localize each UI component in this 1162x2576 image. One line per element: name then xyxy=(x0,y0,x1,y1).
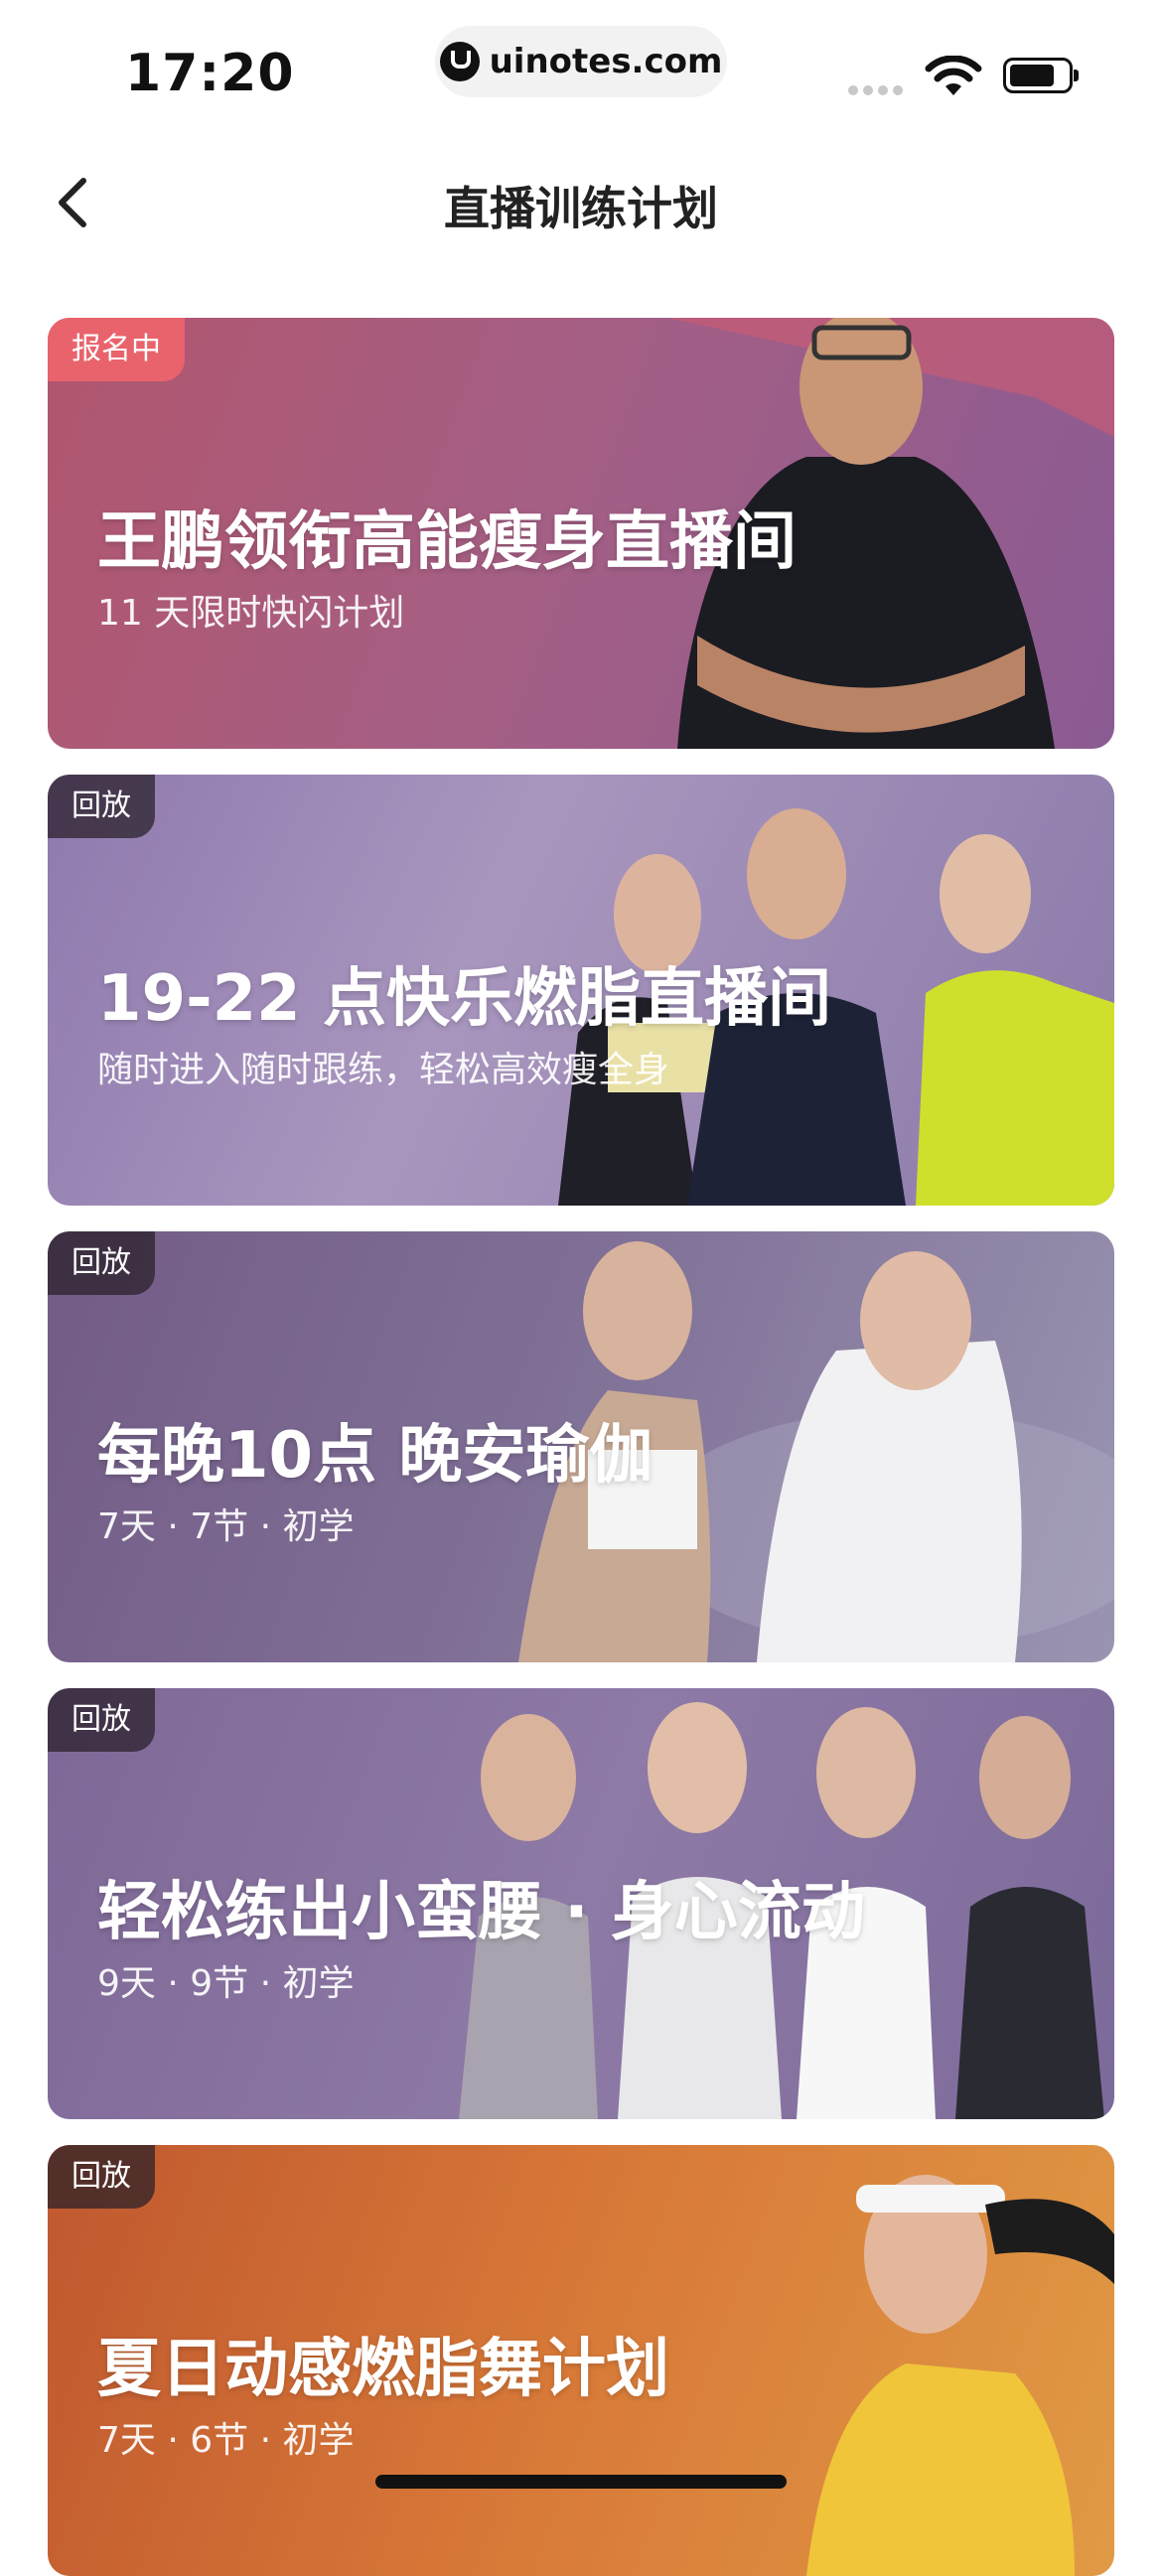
status-badge: 回放 xyxy=(48,775,155,838)
plan-card-1[interactable]: 报名中 王鹏领衔高能瘦身直播间 11 天限时快闪计划 xyxy=(48,318,1114,749)
card-title: 每晚10点 晚安瑜伽 xyxy=(97,1419,654,1493)
plan-card-4[interactable]: 回放 轻松练出小蛮腰 · 身心流动 9天 · 9节 · 初学 xyxy=(48,1688,1114,2119)
card-title: 夏日动感燃脂舞计划 xyxy=(97,2333,669,2406)
status-badge: 回放 xyxy=(48,1231,155,1295)
url-pill[interactable]: uinotes.com xyxy=(435,26,727,97)
status-badge: 回放 xyxy=(48,2145,155,2209)
card-title: 轻松练出小蛮腰 · 身心流动 xyxy=(97,1876,865,1949)
signal-dots-icon xyxy=(848,85,903,95)
page-title: 直播训练计划 xyxy=(444,182,718,235)
wifi-icon xyxy=(925,56,982,95)
battery-icon xyxy=(1003,58,1079,93)
status-bar: 17:20 uinotes.com xyxy=(0,0,1162,129)
site-logo-icon xyxy=(439,42,480,81)
card-subtitle: 7天 · 6节 · 初学 xyxy=(97,2420,355,2461)
coach-photo xyxy=(806,2175,1114,2576)
plan-card-3[interactable]: 回放 每晚10点 晚安瑜伽 7天 · 7节 · 初学 xyxy=(48,1231,1114,1662)
home-indicator[interactable] xyxy=(375,2475,787,2489)
card-subtitle: 7天 · 7节 · 初学 xyxy=(97,1506,355,1547)
card-title: 王鹏领衔高能瘦身直播间 xyxy=(97,505,797,579)
card-subtitle: 随时进入随时跟练，轻松高效瘦全身 xyxy=(97,1050,670,1090)
card-subtitle: 11 天限时快闪计划 xyxy=(97,593,405,634)
card-subtitle: 9天 · 9节 · 初学 xyxy=(97,1963,355,2004)
status-badge: 回放 xyxy=(48,1688,155,1752)
plan-card-5[interactable]: 回放 夏日动感燃脂舞计划 7天 · 6节 · 初学 xyxy=(48,2145,1114,2576)
url-text: uinotes.com xyxy=(489,42,723,81)
nav-bar: 直播训练计划 xyxy=(0,149,1162,258)
status-time: 17:20 xyxy=(125,44,295,103)
card-title: 19-22 点快乐燃脂直播间 xyxy=(97,962,831,1036)
plan-card-2[interactable]: 回放 19-22 点快乐燃脂直播间 随时进入随时跟练，轻松高效瘦全身 xyxy=(48,775,1114,1206)
status-badge: 报名中 xyxy=(48,318,185,381)
